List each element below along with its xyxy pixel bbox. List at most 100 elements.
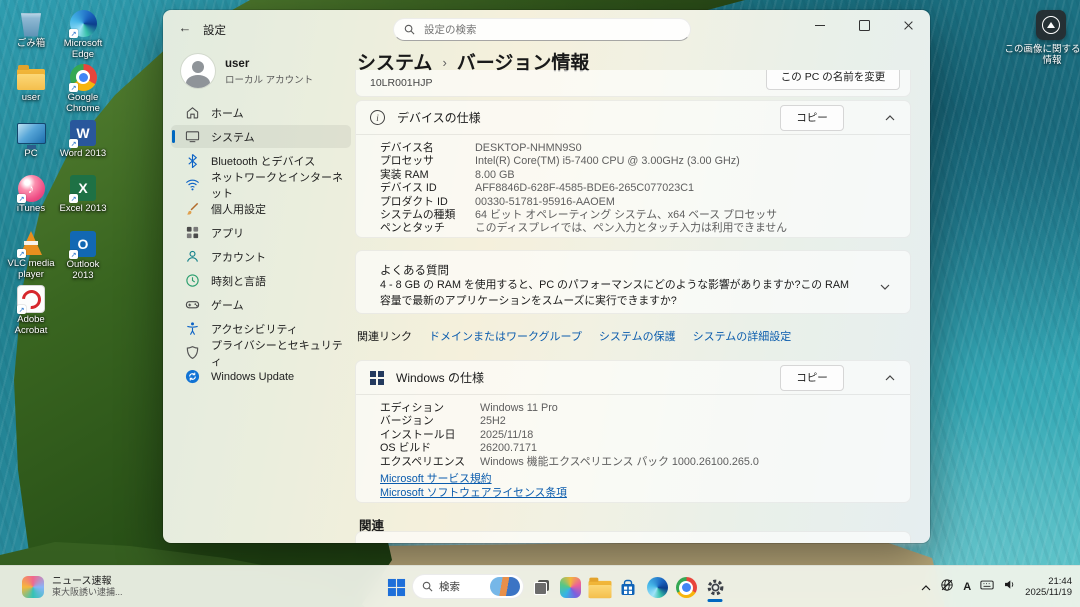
ime-indicator[interactable]: A — [963, 581, 971, 593]
desktop-icon-label: Google Chrome — [58, 93, 108, 114]
spec-label: インストール日 — [380, 429, 480, 442]
settings-app-button[interactable] — [702, 573, 728, 602]
widget-subtext: 東大阪誘い逮捕... — [52, 587, 123, 598]
copilot-button[interactable] — [557, 573, 583, 602]
sidebar-label: プライバシーとセキュリティ — [211, 337, 351, 369]
device-spec-card: i デバイスの仕様 コピー デバイス名 DESKTOP-NHMN9S0 プロセッ… — [355, 100, 911, 238]
taskbar: ニュース速報 東大阪誘い逮捕... 検索 — [0, 565, 1080, 607]
bluetooth-icon — [185, 153, 200, 168]
spec-row: デバイス名 DESKTOP-NHMN9S0 — [380, 142, 896, 155]
microsoft-link[interactable]: Microsoft サービス規約 — [380, 473, 492, 487]
desktop: ごみ箱 user PC ♪↗ iTunes ↗ VLC media player… — [0, 0, 1080, 607]
shortcut-arrow-icon: ↗ — [17, 194, 26, 203]
maximize-button[interactable] — [842, 10, 886, 40]
sidebar-item-gaming[interactable]: ゲーム — [171, 293, 351, 316]
desktop-icon-itunes[interactable]: ♪↗ iTunes — [6, 173, 56, 215]
spec-label: 実装 RAM — [380, 169, 475, 182]
spec-label: エクスペリエンス — [380, 456, 480, 469]
shortcut-arrow-icon: ↗ — [69, 194, 78, 203]
link-system-protection[interactable]: システムの保護 — [599, 328, 676, 344]
chevron-up-icon[interactable] — [884, 112, 896, 124]
link-advanced-system-settings[interactable]: システムの詳細設定 — [693, 328, 792, 344]
spec-label: エディション — [380, 402, 480, 415]
sidebar-item-accounts[interactable]: アカウント — [171, 245, 351, 268]
minimize-button[interactable] — [798, 10, 842, 40]
account-name: user — [225, 58, 249, 70]
copy-button[interactable]: コピー — [780, 365, 844, 391]
device-spec-header[interactable]: i デバイスの仕様 コピー — [356, 101, 910, 134]
windows-logo-icon — [370, 371, 384, 385]
desktop-icon-recycle-bin[interactable]: ごみ箱 — [6, 8, 56, 50]
desktop-icon-word[interactable]: W↗ Word 2013 — [58, 118, 108, 160]
volume-icon[interactable] — [1003, 578, 1016, 596]
pc-monitor-icon — [17, 123, 46, 144]
sidebar-item-windows-update[interactable]: Windows Update — [171, 365, 351, 388]
recycle-bin-icon — [19, 10, 43, 37]
sidebar-label: ゲーム — [211, 297, 244, 313]
desktop-icon-edge[interactable]: ↗ Microsoft Edge — [58, 8, 108, 60]
edge-button[interactable] — [644, 573, 670, 602]
shortcut-arrow-icon: ↗ — [69, 250, 78, 259]
desktop-icon-vlc[interactable]: ↗ VLC media player — [6, 228, 56, 280]
home-icon — [185, 105, 200, 120]
device-spec-rows: デバイス名 DESKTOP-NHMN9S0 プロセッサ Intel(R) Cor… — [356, 134, 910, 236]
desktop-icon-acrobat[interactable]: ↗ Adobe Acrobat — [6, 284, 56, 336]
sidebar-item-privacy-security[interactable]: プライバシーとセキュリティ — [171, 341, 351, 364]
search-icon — [422, 581, 433, 592]
sidebar-label: 時刻と言語 — [211, 273, 266, 289]
spec-row: プロセッサ Intel(R) Core(TM) i5-7400 CPU @ 3.… — [380, 155, 896, 168]
desktop-icon-user-folder[interactable]: user — [6, 62, 56, 104]
spec-value: このディスプレイでは、ペン入力とタッチ入力は利用できません — [475, 222, 787, 235]
chrome-button[interactable] — [673, 573, 699, 602]
sidebar-item-apps[interactable]: アプリ — [171, 221, 351, 244]
back-button[interactable]: ← — [175, 17, 195, 37]
account-avatar[interactable] — [181, 54, 215, 88]
device-name-card: 10LR001HJP この PC の名前を変更 — [355, 70, 911, 97]
taskbar-widgets-button[interactable]: ニュース速報 東大阪誘い逮捕... — [14, 572, 131, 602]
desktop-icon-label: iTunes — [6, 204, 56, 215]
close-button[interactable] — [886, 10, 930, 40]
link-domain-workgroup[interactable]: ドメインまたはワークグループ — [429, 328, 582, 344]
touch-keyboard-icon[interactable] — [980, 578, 994, 596]
spec-value: 26200.7171 — [480, 442, 537, 455]
rename-pc-button[interactable]: この PC の名前を変更 — [766, 70, 900, 90]
spec-row: エクスペリエンス Windows 機能エクスペリエンス パック 1000.261… — [380, 456, 896, 469]
chevron-up-icon[interactable] — [884, 372, 896, 384]
settings-search-input[interactable] — [422, 23, 680, 37]
sidebar-item-personalization[interactable]: 個人用設定 — [171, 197, 351, 220]
file-explorer-button[interactable] — [586, 573, 612, 602]
network-no-internet-icon[interactable] — [940, 578, 954, 597]
spotlight-learn-about-picture-icon[interactable] — [1036, 10, 1066, 40]
settings-search-box[interactable] — [393, 18, 691, 41]
sidebar-label: Windows Update — [211, 371, 294, 383]
desktop-icon-excel[interactable]: X↗ Excel 2013 — [58, 173, 108, 215]
faq-question[interactable]: 4 - 8 GB の RAM を使用すると、PC のパフォーマンスにどのような影… — [380, 278, 860, 309]
start-button[interactable] — [384, 575, 408, 599]
sidebar-item-time-language[interactable]: 時刻と言語 — [171, 269, 351, 292]
gear-icon — [705, 577, 726, 598]
spec-label: ペンとタッチ — [380, 222, 475, 235]
desktop-icon-label: VLC media player — [6, 259, 56, 280]
desktop-icon-chrome[interactable]: ↗ Google Chrome — [58, 62, 108, 114]
sidebar-item-system[interactable]: システム — [171, 125, 351, 148]
wifi-icon — [185, 177, 200, 192]
spec-value: Intel(R) Core(TM) i5-7400 CPU @ 3.00GHz … — [475, 155, 740, 168]
taskbar-search-box[interactable]: 検索 — [412, 574, 524, 599]
microsoft-store-button[interactable] — [615, 573, 641, 602]
windows-spec-header[interactable]: Windows の仕様 コピー — [356, 361, 910, 394]
sidebar-item-network-internet[interactable]: ネットワークとインターネット — [171, 173, 351, 196]
task-view-button[interactable] — [528, 573, 554, 602]
taskbar-clock[interactable]: 21:44 2025/11/19 — [1025, 576, 1072, 598]
desktop-icon-pc[interactable]: PC — [6, 118, 56, 160]
chevron-down-icon[interactable] — [880, 277, 890, 295]
search-daily-image — [490, 577, 520, 596]
sidebar-item-home[interactable]: ホーム — [171, 101, 351, 124]
spec-row: バージョン 25H2 — [380, 415, 896, 428]
sidebar-label: ホーム — [211, 105, 244, 121]
microsoft-link[interactable]: Microsoft ソフトウェアライセンス条項 — [380, 487, 567, 501]
desktop-icon-outlook[interactable]: O↗ Outlook 2013 — [58, 229, 108, 281]
shortcut-arrow-icon: ↗ — [69, 29, 78, 38]
hidden-icons-chevron[interactable] — [921, 578, 931, 596]
taskbar-app-icons — [528, 573, 728, 602]
copy-button[interactable]: コピー — [780, 105, 844, 131]
